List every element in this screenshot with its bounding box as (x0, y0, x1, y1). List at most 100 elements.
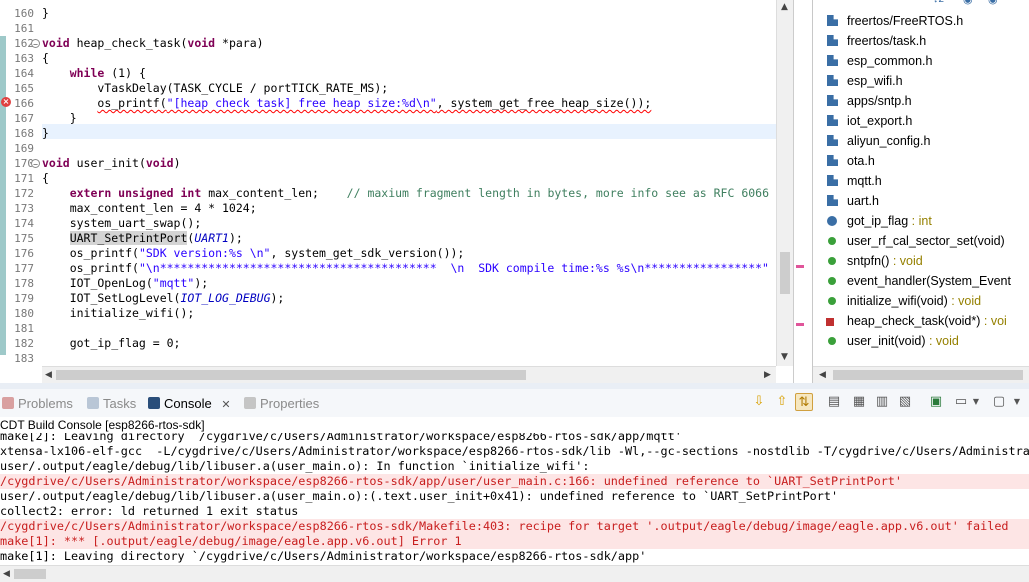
code-line[interactable]: system_uart_swap(); (42, 216, 202, 231)
scroll-lock-icon[interactable]: ▦ (850, 393, 868, 411)
word-wrap-icon[interactable]: ▥ (873, 393, 891, 411)
outline-item[interactable]: ota.h (827, 151, 875, 171)
outline-item-label: mqtt.h (847, 174, 882, 188)
outline-item-label: user_rf_cal_sector_set(void) (847, 234, 1005, 248)
clear-console-icon[interactable]: ▧ (896, 393, 914, 411)
code-line[interactable]: initialize_wifi(); (42, 306, 195, 321)
scroll-left-icon[interactable]: ◀ (819, 370, 826, 380)
code-line[interactable]: UART_SetPrintPort(UART1); (42, 231, 243, 246)
scroll-down-icon[interactable]: ▼ (781, 352, 788, 362)
code-line[interactable]: } (42, 6, 49, 21)
filter-icon[interactable]: ◉ (963, 0, 973, 6)
outline-item[interactable]: esp_common.h (827, 51, 932, 71)
code-line[interactable]: os_printf("SDK version:%s \n", system_ge… (42, 246, 465, 261)
editor-vertical-thumb[interactable] (780, 252, 790, 294)
close-icon[interactable]: ✕ (221, 399, 230, 411)
console-line[interactable]: user/.output/eagle/debug/lib/libuser.a(u… (0, 489, 1029, 504)
console-line[interactable]: make[1]: Leaving directory `/cygdrive/c/… (0, 549, 1029, 564)
outline-item[interactable]: aliyun_config.h (827, 131, 930, 151)
editor-horizontal-thumb[interactable] (56, 370, 526, 380)
code-line[interactable]: IOT_SetLogLevel(IOT_LOG_DEBUG); (42, 291, 285, 306)
fold-toggle-icon[interactable]: − (31, 159, 40, 169)
sort-icon[interactable]: ↓z (933, 0, 944, 5)
outline-item[interactable]: event_handler(System_Event (828, 271, 1011, 291)
scroll-up-icon[interactable]: ▲ (781, 2, 788, 12)
scroll-left-icon[interactable]: ◀ (45, 370, 52, 380)
code-line[interactable]: } (42, 111, 77, 126)
code-line[interactable]: { (42, 51, 49, 66)
outline-item[interactable]: freertos/FreeRTOS.h (827, 11, 963, 31)
chevron-down-icon[interactable]: ▼ (1008, 393, 1026, 411)
outline-scroll-thumb[interactable] (833, 370, 1023, 380)
console-scroll-thumb[interactable] (14, 569, 46, 579)
tab-console[interactable]: Console ✕ (148, 395, 231, 413)
macro-token: IOT_LOG_DEBUG (180, 291, 271, 305)
overview-error-marker[interactable] (796, 323, 804, 326)
copy-icon[interactable]: ▤ (825, 393, 843, 411)
console-error-line[interactable]: /cygdrive/c/Users/Administrator/workspac… (0, 519, 1029, 534)
scroll-left-icon[interactable]: ◀ (3, 569, 10, 579)
code-line[interactable]: while (1) { (42, 66, 146, 81)
overview-ruler[interactable] (793, 0, 806, 383)
link-errors-icon[interactable]: ⇅ (795, 393, 813, 411)
outline-horizontal-scrollbar[interactable]: ◀ (813, 366, 1029, 383)
code-line[interactable]: void heap_check_task(void *para) (42, 36, 264, 51)
console-line[interactable]: collect2: error: ld returned 1 exit stat… (0, 504, 1029, 519)
code-line[interactable]: max_content_len = 4 * 1024; (42, 201, 257, 216)
chevron-down-icon[interactable]: ▼ (967, 393, 985, 411)
code-line[interactable]: extern unsigned int max_content_len; // … (42, 186, 769, 201)
console-line[interactable]: user/.output/eagle/debug/lib/libuser.a(u… (0, 459, 1029, 474)
outline-item[interactable]: apps/sntp.h (827, 91, 912, 111)
outline-item-label: event_handler(System_Event (847, 274, 1011, 288)
tab-tasks[interactable]: Tasks (87, 395, 136, 413)
previous-error-icon[interactable]: ⇧ (773, 393, 791, 411)
code-line[interactable]: { (42, 171, 49, 186)
code-editor[interactable]: 160 161 162 163 164 165 166 167 168 169 170 171 172 1… (0, 0, 806, 383)
code-line[interactable]: got_ip_flag = 0; (42, 336, 181, 351)
outline-item[interactable]: esp_wifi.h (827, 71, 903, 91)
hide-fields-icon[interactable]: ◉ (988, 0, 998, 6)
code-line[interactable]: vTaskDelay(TASK_CYCLE / portTICK_RATE_MS… (42, 81, 388, 96)
fold-toggle-icon[interactable]: − (31, 39, 40, 49)
console-line[interactable]: xtensa-lx106-elf-gcc -L/cygdrive/c/Users… (0, 444, 1029, 459)
console-horizontal-scrollbar[interactable]: ◀ (0, 565, 1029, 582)
outline-item[interactable]: heap_check_task(void*) : voi (826, 311, 1007, 331)
line-number: 173 (14, 202, 34, 215)
console-line[interactable]: make[2]: Leaving directory `/cygdrive/c/… (0, 433, 1029, 444)
open-console-icon[interactable]: ▢ (990, 393, 1008, 411)
editor-vertical-scrollbar[interactable]: ▲ ▼ (776, 0, 794, 366)
outline-item[interactable]: user_init(void) : void (828, 331, 959, 351)
console-error-line[interactable]: /cygdrive/c/Users/Administrator/workspac… (0, 474, 1029, 489)
error-marker-icon[interactable]: × (1, 97, 11, 107)
code-token: (1) { (104, 66, 146, 80)
tab-properties[interactable]: Properties (244, 395, 319, 413)
overview-error-marker[interactable] (796, 265, 804, 268)
code-line[interactable]: os_printf("\n***************************… (42, 261, 769, 276)
outline-item[interactable]: mqtt.h (827, 171, 882, 191)
change-marker[interactable] (0, 155, 6, 355)
console-output[interactable]: make[2]: Leaving directory `/cygdrive/c/… (0, 433, 1029, 565)
pin-console-icon[interactable]: ▣ (927, 393, 945, 411)
code-token: max_content_len; (201, 186, 347, 200)
outline-item[interactable]: user_rf_cal_sector_set(void) (828, 231, 1005, 251)
code-line[interactable]: } (42, 126, 49, 141)
tab-label: Console (164, 396, 212, 411)
change-marker[interactable] (0, 36, 6, 156)
outline-item[interactable]: sntpfn() : void (828, 251, 923, 271)
scroll-right-icon[interactable]: ▶ (764, 370, 771, 380)
outline-item[interactable]: iot_export.h (827, 111, 912, 131)
code-area[interactable]: } void heap_check_task(void *para){ while… (42, 0, 776, 366)
tab-problems[interactable]: Problems (2, 395, 73, 413)
next-error-icon[interactable]: ⇩ (750, 393, 768, 411)
outline-item[interactable]: got_ip_flag : int (827, 211, 932, 231)
outline-item[interactable]: uart.h (827, 191, 879, 211)
editor-horizontal-scrollbar[interactable]: ◀ ▶ (42, 366, 776, 383)
console-error-line[interactable]: make[1]: *** [.output/eagle/debug/image/… (0, 534, 1029, 549)
outline-item[interactable]: freertos/task.h (827, 31, 926, 51)
outline-item[interactable]: initialize_wifi(void) : void (828, 291, 981, 311)
code-line[interactable]: IOT_OpenLog("mqtt"); (42, 276, 209, 291)
code-line[interactable]: void user_init(void) (42, 156, 181, 171)
code-line[interactable]: os_printf("[heap check task] free heap s… (42, 96, 651, 111)
